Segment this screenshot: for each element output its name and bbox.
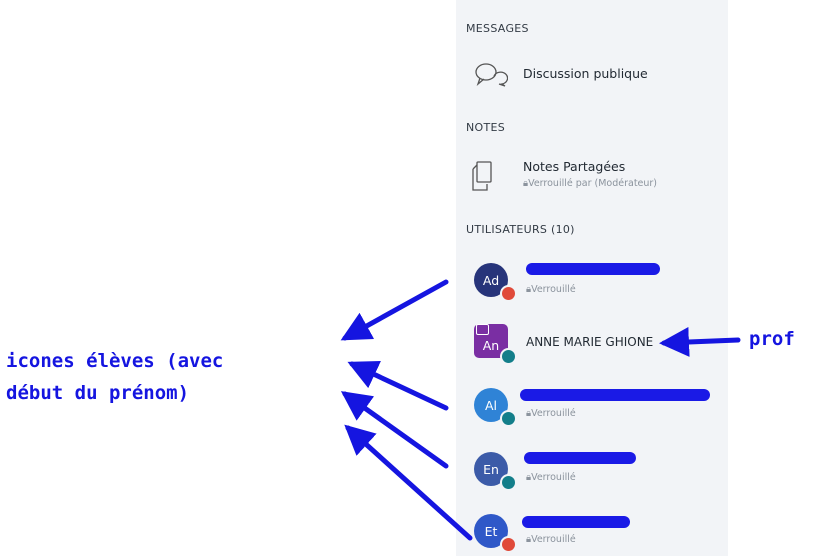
annotation-students-line1: icones élèves (avec: [6, 350, 224, 372]
arrow-to-student-2: [347, 361, 449, 411]
arrow-to-student-3: [340, 391, 449, 469]
annotation-arrows: [340, 279, 741, 541]
annotation-teacher: prof: [749, 328, 795, 350]
arrow-to-student-1: [340, 279, 449, 341]
arrow-to-student-4: [344, 424, 473, 541]
annotation-students-line2: début du prénom): [6, 382, 190, 404]
arrow-to-teacher: [659, 326, 741, 357]
